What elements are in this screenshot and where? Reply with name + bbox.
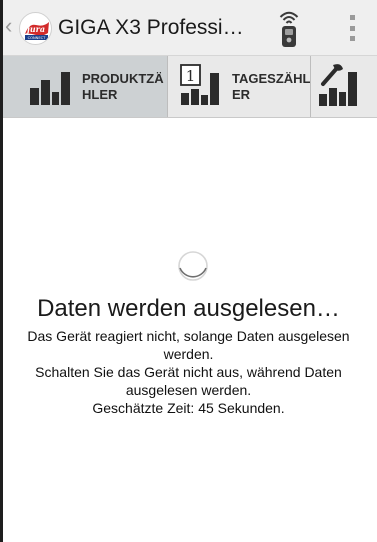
loading-spinner-icon: [178, 251, 208, 281]
tab-produktzaehler-label: PRODUKTZÄHLER: [82, 71, 164, 102]
loading-message: Das Gerät reagiert nicht, solange Daten …: [16, 327, 361, 417]
bar-chart-icon: [30, 72, 70, 105]
tab-service[interactable]: [311, 56, 377, 117]
jura-connect-logo[interactable]: jura CONNECT: [19, 12, 52, 45]
remote-wifi-icon[interactable]: [276, 9, 302, 49]
tab-bar: PRODUKTZÄHLER 1 TAGESZÄHLER: [0, 56, 377, 118]
logo-brand-text: jura: [25, 24, 45, 34]
loading-message-line-1: Das Gerät reagiert nicht, solange Daten …: [27, 328, 350, 362]
tab-produktzaehler[interactable]: PRODUKTZÄHLER: [0, 56, 167, 117]
up-navigation-icon[interactable]: ‹: [5, 14, 12, 38]
tab-tageszaehler[interactable]: 1 TAGESZÄHLER: [168, 56, 310, 117]
app-title: GIGA X3 Professi…: [58, 16, 244, 39]
action-bar: ‹ jura CONNECT GIGA X3 Professi…: [0, 0, 377, 56]
overflow-menu-icon[interactable]: [348, 15, 356, 41]
logo-connect-text: CONNECT: [28, 36, 46, 40]
loading-message-line-3: Geschätzte Zeit: 45 Sekunden.: [92, 400, 285, 416]
wrench-bar-chart-icon: [319, 64, 357, 106]
loading-message-line-2: Schalten Sie das Gerät nicht aus, währen…: [35, 364, 342, 398]
window-edge: [0, 0, 3, 542]
loading-panel: Daten werden ausgelesen… Das Gerät reagi…: [0, 118, 377, 542]
tab-tageszaehler-label: TAGESZÄHLER: [232, 71, 311, 102]
calendar-bar-chart-icon: 1: [180, 64, 219, 105]
svg-text:1: 1: [186, 67, 196, 85]
loading-title: Daten werden ausgelesen…: [37, 295, 340, 322]
